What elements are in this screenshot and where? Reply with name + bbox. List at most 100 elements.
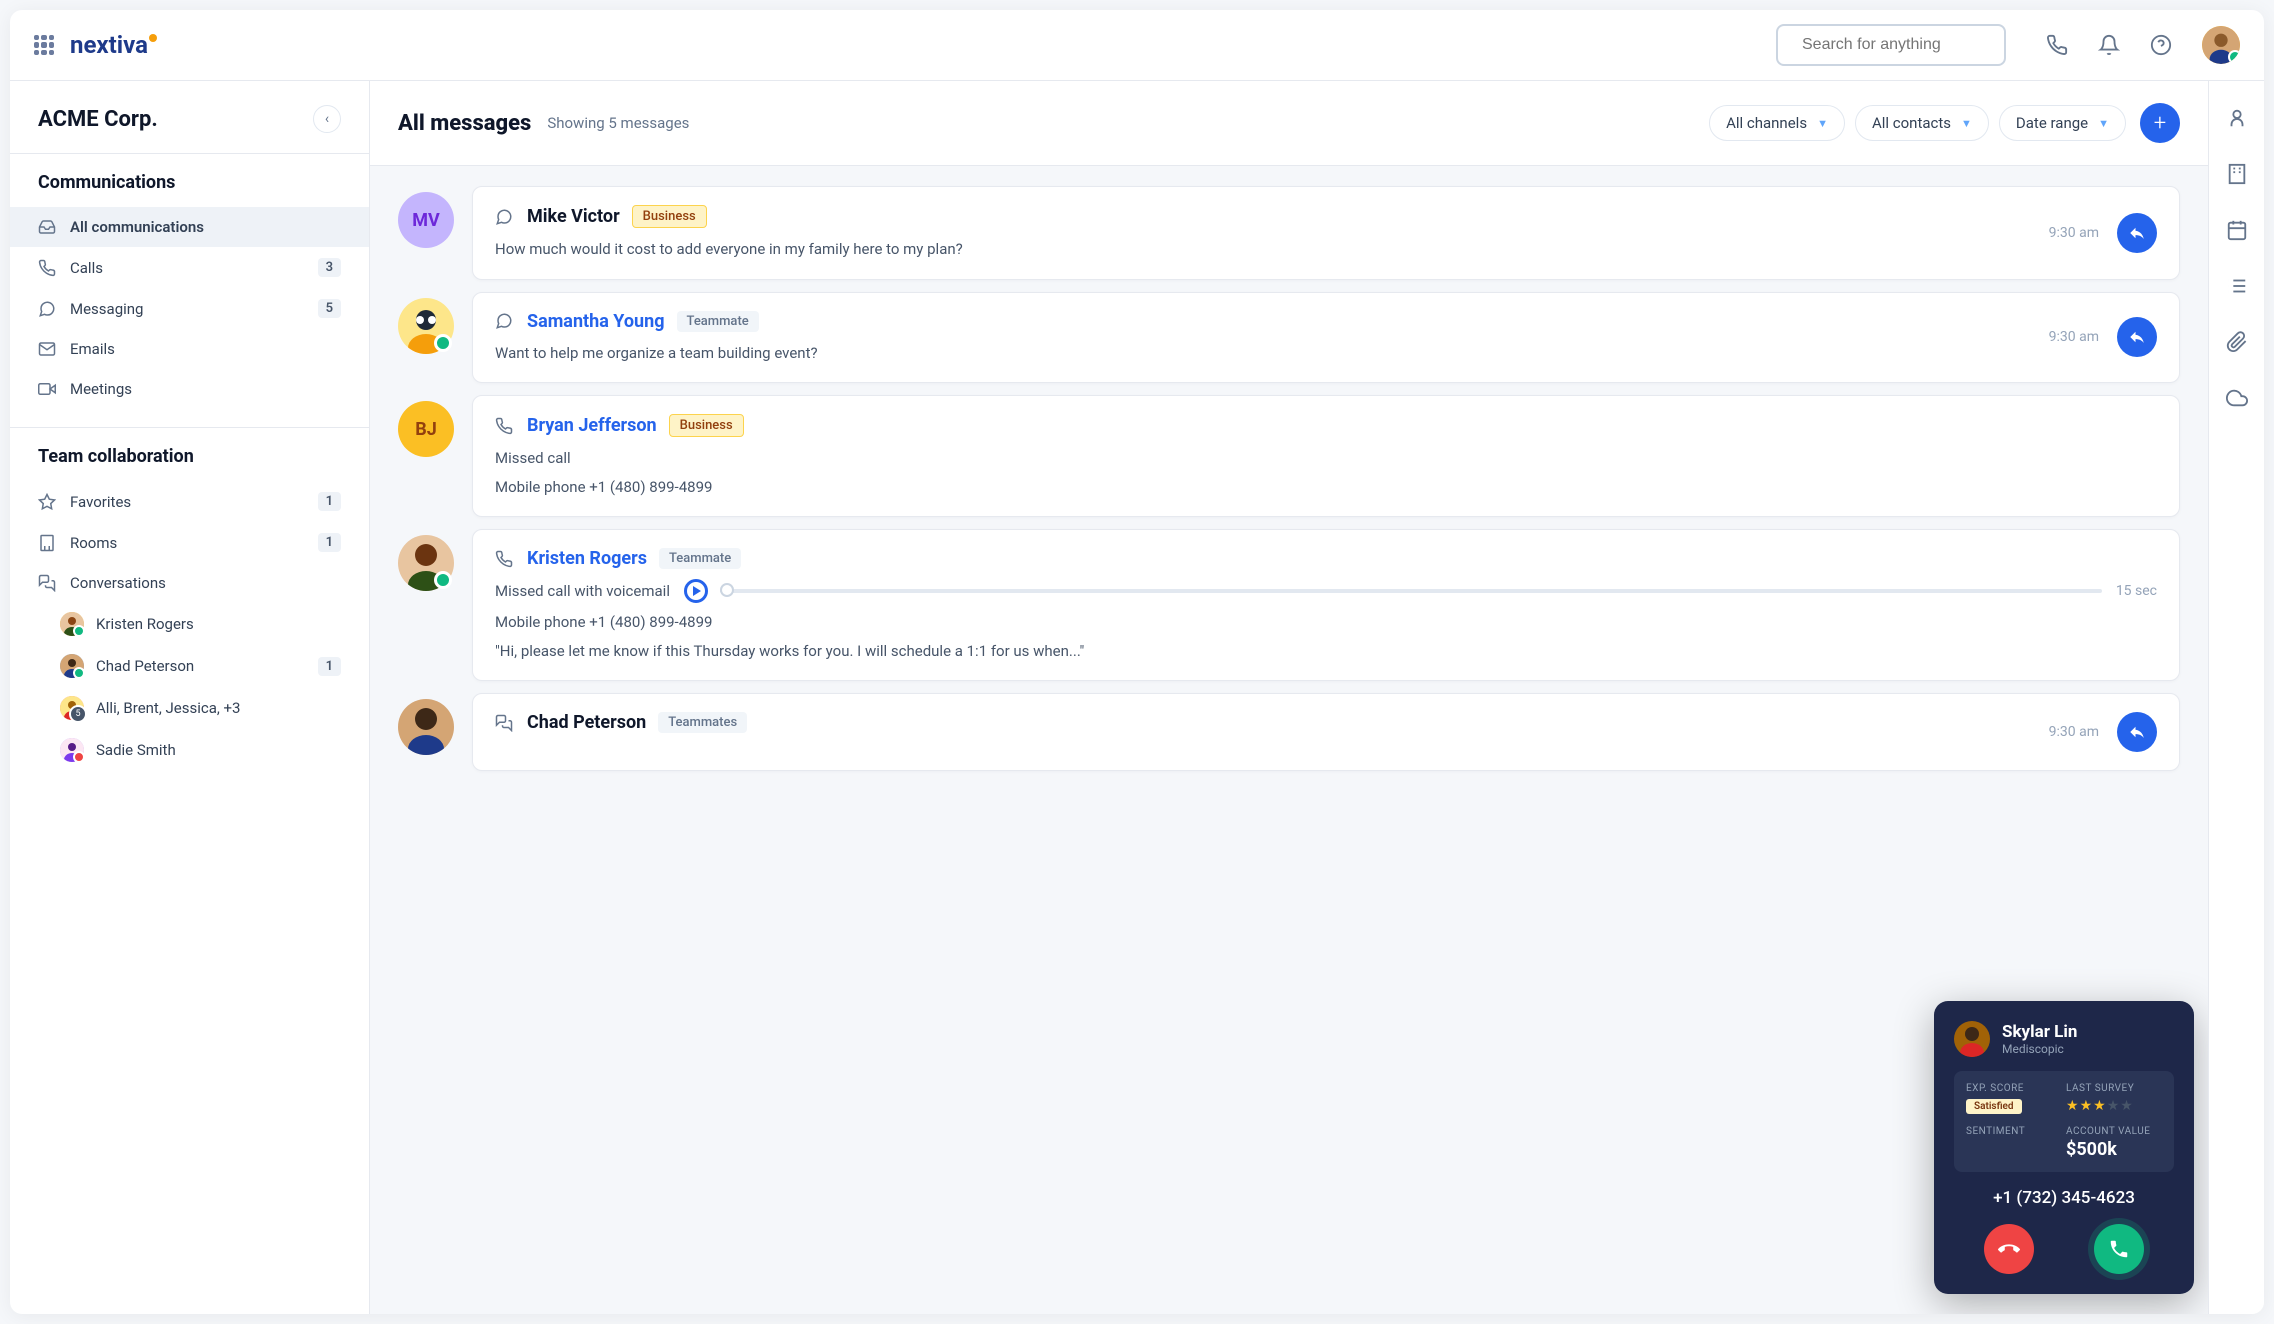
collapse-sidebar-button[interactable]: ‹: [313, 105, 341, 133]
sender-name: Chad Peterson: [527, 712, 646, 733]
avatar: [60, 738, 84, 762]
voicemail-label: Missed call with voicemail: [495, 580, 670, 603]
org-name: ACME Corp.: [38, 107, 158, 132]
sidebar-item-messaging[interactable]: Messaging 5: [10, 288, 369, 329]
incoming-call-popup: Skylar Lin Mediscopic EXP. SCORE Satisfi…: [1934, 1001, 2194, 1294]
account-value: $500k: [2066, 1139, 2162, 1160]
sidebar-item-label: Emails: [70, 340, 341, 358]
sidebar-item-favorites[interactable]: Favorites 1: [10, 481, 369, 522]
new-message-button[interactable]: +: [2140, 103, 2180, 143]
sidebar-item-label: Favorites: [70, 493, 318, 511]
user-avatar[interactable]: [2202, 26, 2240, 64]
sidebar-item-meetings[interactable]: Meetings: [10, 369, 369, 409]
main-header: All messages Showing 5 messages All chan…: [370, 81, 2208, 166]
sidebar-item-all-communications[interactable]: All communications: [10, 207, 369, 247]
tag-business: Business: [632, 205, 707, 228]
phone-number: Mobile phone +1 (480) 899-4899: [495, 476, 2157, 499]
conversation-kristen-rogers[interactable]: Kristen Rogers: [10, 603, 369, 645]
sidebar-item-emails[interactable]: Emails: [10, 329, 369, 369]
voicemail-scrubber[interactable]: [720, 589, 2102, 593]
message-row[interactable]: Kristen Rogers Teammate Missed call with…: [398, 529, 2180, 681]
search-box[interactable]: [1776, 24, 2006, 66]
help-icon[interactable]: [2150, 34, 2172, 56]
sidebar-item-label: Messaging: [70, 300, 318, 318]
conversation-label: Kristen Rogers: [96, 615, 341, 633]
page-title: All messages: [398, 111, 531, 136]
bell-icon[interactable]: [2098, 34, 2120, 56]
contact-icon[interactable]: [2226, 107, 2248, 129]
star-rating: ★★★★★: [2066, 1098, 2162, 1114]
avatar: [60, 696, 84, 720]
voicemail-transcript: "Hi, please let me know if this Thursday…: [495, 640, 2157, 663]
sidebar-item-calls[interactable]: Calls 3: [10, 247, 369, 288]
phone-icon: [38, 259, 56, 277]
conversation-label: Alli, Brent, Jessica, +3: [96, 699, 341, 717]
count-badge: 5: [318, 299, 341, 318]
calendar-icon[interactable]: [2226, 219, 2248, 241]
message-icon: [495, 208, 513, 226]
sender-name[interactable]: Bryan Jefferson: [527, 415, 657, 436]
tag-teammate: Teammate: [659, 548, 741, 569]
phone-number: Mobile phone +1 (480) 899-4899: [495, 611, 2157, 634]
reply-button[interactable]: [2117, 213, 2157, 253]
communications-heading: Communications: [10, 172, 369, 207]
message-icon: [495, 312, 513, 330]
caller-company: Mediscopic: [2002, 1042, 2077, 1056]
reply-button[interactable]: [2117, 712, 2157, 752]
attachment-icon[interactable]: [2226, 331, 2248, 353]
chevron-down-icon: ▼: [1817, 117, 1828, 130]
search-input[interactable]: [1802, 36, 2009, 54]
message-row[interactable]: BJ Bryan Jefferson Business Missed call …: [398, 395, 2180, 517]
caller-name: Skylar Lin: [2002, 1022, 2077, 1042]
filter-contacts[interactable]: All contacts▼: [1855, 105, 1989, 141]
app-launcher-icon[interactable]: [34, 35, 54, 55]
message-time: 9:30 am: [2049, 225, 2099, 241]
accept-call-button[interactable]: [2094, 1224, 2144, 1274]
page-subtitle: Showing 5 messages: [547, 114, 1699, 132]
sidebar-item-label: All communications: [70, 218, 341, 236]
conversation-sadie-smith[interactable]: Sadie Smith: [10, 729, 369, 771]
avatar: BJ: [398, 401, 454, 457]
sender-name[interactable]: Kristen Rogers: [527, 548, 647, 569]
decline-call-button[interactable]: [1984, 1224, 2034, 1274]
building-icon[interactable]: [2226, 163, 2248, 185]
filter-date-range[interactable]: Date range▼: [1999, 105, 2126, 141]
sidebar-item-label: Rooms: [70, 534, 318, 552]
message-row[interactable]: Chad Peterson Teammates 9:30 am: [398, 693, 2180, 771]
sender-name[interactable]: Samantha Young: [527, 311, 665, 332]
conversation-chad-peterson[interactable]: Chad Peterson 1: [10, 645, 369, 687]
message-row[interactable]: Samantha Young Teammate Want to help me …: [398, 292, 2180, 384]
message-text: Missed call: [495, 447, 2157, 470]
conversations-icon: [38, 574, 56, 592]
filter-channels[interactable]: All channels▼: [1709, 105, 1845, 141]
sidebar-item-rooms[interactable]: Rooms 1: [10, 522, 369, 563]
star-icon: [38, 493, 56, 511]
list-icon[interactable]: [2226, 275, 2248, 297]
phone-icon[interactable]: [2046, 34, 2068, 56]
message-time: 9:30 am: [2049, 724, 2099, 740]
avatar: MV: [398, 192, 454, 248]
cloud-icon[interactable]: [2226, 387, 2248, 409]
sentiment-label: SENTIMENT: [1966, 1126, 2062, 1137]
conversation-label: Chad Peterson: [96, 657, 318, 675]
reply-button[interactable]: [2117, 317, 2157, 357]
sidebar-item-label: Calls: [70, 259, 318, 277]
chevron-down-icon: ▼: [1961, 117, 1972, 130]
sidebar-item-conversations[interactable]: Conversations: [10, 563, 369, 603]
tag-business: Business: [669, 414, 744, 437]
message-text: How much would it cost to add everyone i…: [495, 238, 2049, 261]
avatar: [60, 612, 84, 636]
message-text: Want to help me organize a team building…: [495, 342, 2049, 365]
phone-icon: [495, 417, 513, 435]
brand-logo: nextiva: [70, 31, 157, 59]
sidebar-item-label: Conversations: [70, 574, 341, 592]
message-row[interactable]: MV Mike Victor Business How much would i…: [398, 186, 2180, 280]
avatar: [398, 699, 454, 755]
play-button[interactable]: [684, 579, 708, 603]
right-rail: [2208, 81, 2264, 1314]
topbar: nextiva: [10, 10, 2264, 81]
voicemail-duration: 15 sec: [2116, 583, 2157, 599]
team-collaboration-heading: Team collaboration: [10, 446, 369, 481]
avatar: [398, 298, 454, 354]
conversation-group[interactable]: Alli, Brent, Jessica, +3: [10, 687, 369, 729]
